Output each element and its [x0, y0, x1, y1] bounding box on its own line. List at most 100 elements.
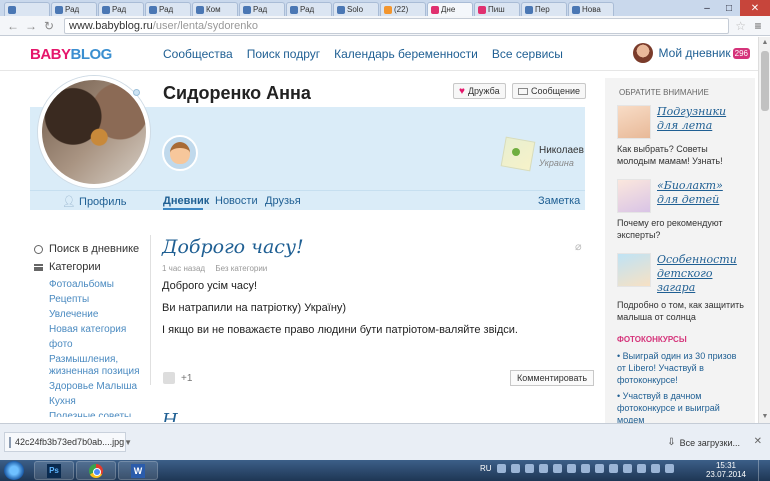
tray-icon[interactable] — [622, 464, 632, 473]
browser-menu-icon[interactable]: ≡ — [750, 19, 766, 33]
tray-icon[interactable] — [552, 464, 562, 473]
babyblog-logo[interactable]: BABYBLOG — [30, 46, 112, 63]
post-category[interactable]: Без категории — [215, 264, 267, 273]
promo-item[interactable]: Подгузники для лета Как выбрать? Советы … — [617, 105, 745, 167]
next-post-title[interactable]: Н — [162, 410, 178, 422]
my-diary-link[interactable]: Мой дневник 296 — [632, 43, 750, 63]
contest-link[interactable]: • Участвуй в дачном фотоконкурсе и выигр… — [617, 390, 745, 423]
show-desktop-button[interactable] — [758, 460, 770, 481]
browser-tab[interactable]: Ком — [192, 2, 238, 16]
page-scrollbar[interactable]: ▲ ▼ — [758, 37, 770, 423]
thumbs-up-icon[interactable] — [163, 372, 175, 384]
nav-all-services[interactable]: Все сервисы — [492, 47, 563, 61]
category-link[interactable]: Новая категория — [49, 324, 144, 336]
person-icon: 👤︎ — [62, 196, 76, 208]
tab-friends[interactable]: Друзья — [265, 195, 301, 207]
tray-icon[interactable] — [566, 464, 576, 473]
clock[interactable]: 15:31 23.07.2014 — [706, 461, 746, 479]
contest-link[interactable]: • Выиграй один из 30 призов от Libero! У… — [617, 350, 745, 386]
category-link[interactable]: Увлечение — [49, 309, 144, 321]
promo-title[interactable]: Особенности детского загара — [657, 253, 745, 295]
browser-tab[interactable]: Пиш — [474, 2, 520, 16]
category-link[interactable]: Фотоальбомы — [49, 279, 144, 291]
post-title[interactable]: Доброго часу! — [162, 236, 304, 258]
system-tray: RU — [480, 464, 674, 473]
forward-icon[interactable]: → — [22, 18, 40, 34]
child-avatar[interactable] — [162, 135, 198, 171]
language-indicator[interactable]: RU — [480, 464, 492, 473]
tab-diary[interactable]: Дневник — [163, 195, 209, 207]
browser-tab[interactable]: Пер — [521, 2, 567, 16]
category-link[interactable]: Здоровье Малыша — [49, 381, 144, 393]
friend-button[interactable]: ♥ Дружба — [453, 83, 506, 99]
post-meta: 1 час назад Без категории — [162, 264, 275, 273]
tray-icon[interactable] — [538, 464, 548, 473]
promo-title[interactable]: «Биолакт» для детей — [657, 179, 745, 207]
nav-find-friends[interactable]: Поиск подруг — [247, 47, 320, 61]
browser-tab[interactable]: Solo — [333, 2, 379, 16]
chevron-down-icon[interactable]: ▼ — [124, 438, 132, 447]
taskbar-photoshop[interactable]: Ps — [34, 461, 74, 480]
category-link[interactable]: фото — [49, 339, 144, 351]
tab-news[interactable]: Новости — [215, 195, 258, 207]
tray-icon[interactable] — [496, 464, 506, 473]
category-link[interactable]: Размышления, жизненная позиция — [49, 354, 144, 378]
bookmark-star-icon[interactable]: ☆ — [735, 19, 746, 33]
start-button[interactable] — [4, 461, 24, 480]
reload-icon[interactable]: ↻ — [40, 18, 58, 34]
tray-icon[interactable] — [594, 464, 604, 473]
promo-image[interactable] — [617, 105, 651, 139]
user-avatar[interactable] — [632, 43, 653, 63]
minimize-icon[interactable]: – — [696, 0, 718, 16]
browser-tab[interactable]: Нова — [568, 2, 614, 16]
back-icon[interactable]: ← — [4, 18, 22, 34]
close-icon[interactable]: ✕ — [740, 0, 770, 16]
browser-tab[interactable]: Рад — [51, 2, 97, 16]
scroll-down-icon[interactable]: ▼ — [759, 411, 770, 423]
taskbar-word[interactable]: W — [118, 461, 158, 480]
promo-image[interactable] — [617, 179, 651, 213]
browser-tab[interactable]: (22) — [380, 2, 426, 16]
promo-title[interactable]: Подгузники для лета — [657, 105, 745, 133]
browser-tab[interactable]: Рад — [98, 2, 144, 16]
comment-button[interactable]: Комментировать — [510, 370, 595, 386]
tray-icon[interactable] — [650, 464, 660, 473]
all-downloads-link[interactable]: ⇩ Все загрузки... — [667, 437, 740, 448]
tray-icon[interactable] — [580, 464, 590, 473]
window-controls: – □ ✕ — [696, 0, 770, 16]
category-link[interactable]: Полезные советы — [49, 411, 144, 417]
volume-icon[interactable] — [664, 464, 674, 473]
category-link[interactable]: Кухня — [49, 396, 144, 408]
browser-tab[interactable]: Рад — [239, 2, 285, 16]
tray-icon[interactable] — [510, 464, 520, 473]
browser-tab[interactable]: Дне — [427, 2, 473, 16]
scrollbar-thumb[interactable] — [761, 51, 769, 111]
tab-favicon-icon — [8, 5, 16, 14]
tray-icon[interactable] — [636, 464, 646, 473]
tab-label: Solo — [347, 5, 364, 14]
promo-image[interactable] — [617, 253, 651, 287]
promo-item[interactable]: «Биолакт» для детей Почему его рекоменду… — [617, 179, 745, 241]
diary-search-link[interactable]: Поиск в дневнике — [34, 240, 144, 258]
message-button[interactable]: Сообщение — [512, 83, 586, 99]
scroll-up-icon[interactable]: ▲ — [759, 37, 770, 49]
url-input[interactable]: www.babyblog.ru/user/lenta/sydorenko — [64, 17, 730, 34]
browser-tab[interactable]: Рад — [286, 2, 332, 16]
close-download-bar-icon[interactable]: ✕ — [754, 436, 762, 447]
tab-profile[interactable]: 👤︎ Профиль — [62, 195, 127, 208]
tray-icon[interactable] — [608, 464, 618, 473]
taskbar-chrome[interactable] — [76, 461, 116, 480]
tab-label: Пер — [535, 5, 550, 14]
category-link[interactable]: Рецепты — [49, 294, 144, 306]
download-item[interactable]: 42c24fb3b73ed7b0ab....jpg ▼ — [4, 432, 132, 452]
tray-icon[interactable] — [524, 464, 534, 473]
browser-tab[interactable] — [4, 2, 50, 16]
nav-pregnancy-calendar[interactable]: Календарь беременности — [334, 47, 478, 61]
my-diary-label[interactable]: Мой дневник — [659, 46, 731, 60]
tab-note[interactable]: Заметка — [538, 195, 580, 207]
promo-item[interactable]: Особенности детского загара Подробно о т… — [617, 253, 745, 323]
post-paragraph: І якщо ви не поважаєте право людини бути… — [162, 324, 518, 336]
browser-tab[interactable]: Рад — [145, 2, 191, 16]
nav-communities[interactable]: Сообщества — [163, 47, 233, 61]
maximize-icon[interactable]: □ — [718, 0, 740, 16]
